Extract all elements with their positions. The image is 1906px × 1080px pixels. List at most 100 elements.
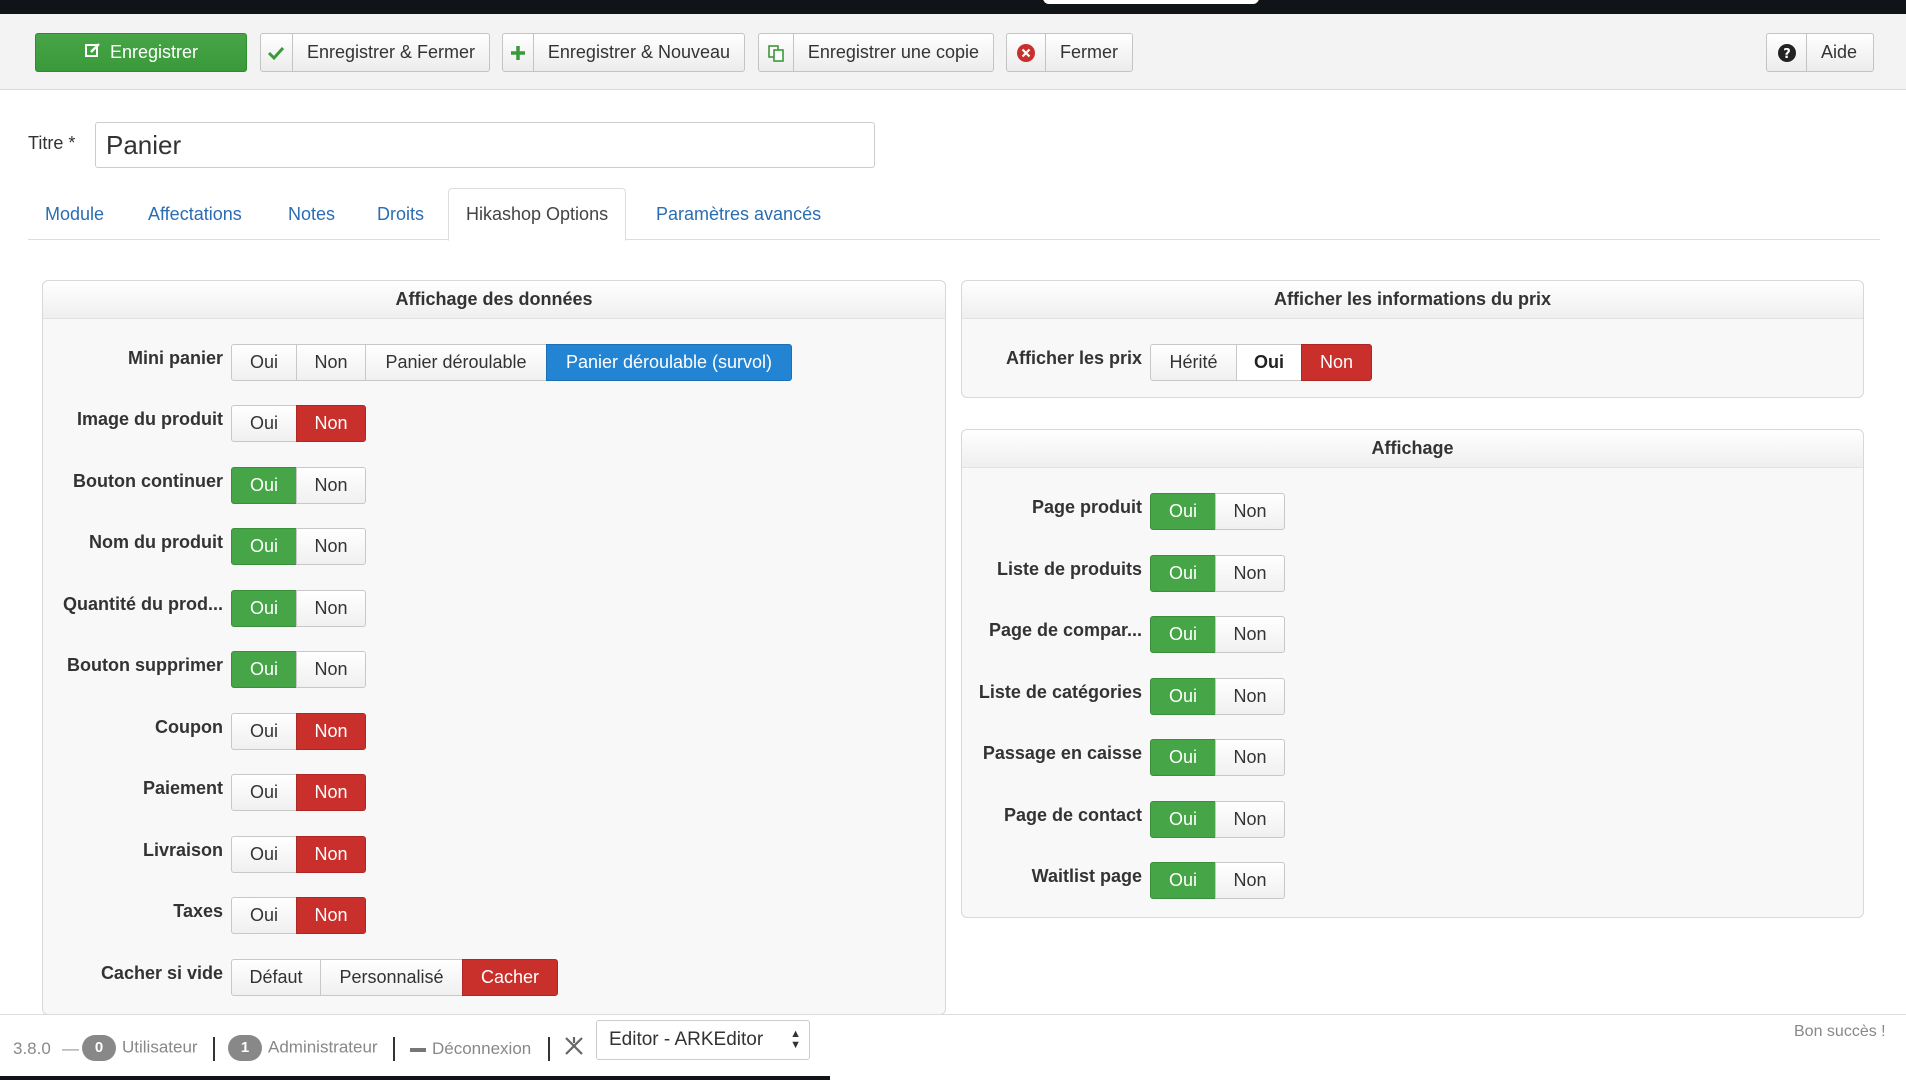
- image-du-produit-label: Image du produit: [77, 409, 223, 429]
- taxes-option-oui[interactable]: Oui: [231, 897, 297, 934]
- livraison-option-non[interactable]: Non: [296, 835, 366, 873]
- save-new-button[interactable]: Enregistrer & Nouveau: [502, 33, 745, 72]
- save-close-button[interactable]: Enregistrer & Fermer: [260, 33, 490, 72]
- taxes-label: Taxes: [173, 901, 223, 921]
- bouton-supprimer-option-non[interactable]: Non: [296, 651, 366, 688]
- top-search-pill[interactable]: [1043, 0, 1259, 4]
- image-du-produit-option-non[interactable]: Non: [296, 405, 366, 442]
- save-button[interactable]: Enregistrer: [35, 33, 247, 72]
- hide-empty-options: Défaut Personnalisé Cacher: [231, 959, 558, 996]
- admin-top-bar: [0, 0, 1906, 14]
- page-produit-options: Oui Non: [1150, 493, 1285, 530]
- bouton-continuer-option-oui[interactable]: Oui: [231, 466, 297, 504]
- toolbar: Enregistrer Enregistrer & Fermer Enregis…: [0, 14, 1906, 90]
- show-price-label: Afficher les prix: [1005, 348, 1142, 368]
- page-de-contact-label: Page de contact: [1003, 804, 1142, 825]
- quantite-du-prod-option-non[interactable]: Non: [296, 589, 366, 627]
- mini-cart-option-panier-deroulable[interactable]: Panier déroulable: [365, 344, 547, 381]
- title-label: Titre *: [28, 133, 76, 153]
- status-bar: 3.8.0 — 0 Utilisateur 1 Administrateur Déc…: [0, 1014, 1906, 1080]
- show-price-option-herite[interactable]: Hérité: [1150, 344, 1237, 381]
- paiement-option-non[interactable]: Non: [296, 774, 366, 811]
- save-close-label: Enregistrer & Fermer: [306, 42, 475, 62]
- page-de-contact-option-oui[interactable]: Oui: [1150, 800, 1216, 838]
- show-price-option-oui[interactable]: Oui: [1236, 344, 1302, 381]
- image-du-produit-option-oui[interactable]: Oui: [231, 405, 297, 442]
- hide-empty-option-defaut[interactable]: Défaut: [231, 959, 321, 996]
- admins-count-badge: 1: [228, 1035, 262, 1061]
- page-de-contact-option-non[interactable]: Non: [1215, 800, 1285, 838]
- tab-parametres-avances[interactable]: Paramètres avancés: [639, 188, 838, 240]
- save-label: Enregistrer: [109, 42, 199, 62]
- livraison-option-oui[interactable]: Oui: [231, 835, 297, 873]
- passage-en-caisse-row: Passage en caisse Oui Non: [962, 739, 1863, 779]
- mini-cart-option-oui[interactable]: Oui: [231, 344, 297, 381]
- tab-notes[interactable]: Notes: [271, 188, 352, 240]
- show-price-option-non[interactable]: Non: [1301, 344, 1372, 381]
- liste-de-produits-option-non[interactable]: Non: [1215, 554, 1285, 592]
- passage-en-caisse-option-oui[interactable]: Oui: [1150, 739, 1216, 776]
- bouton-supprimer-label: Bouton supprimer: [67, 655, 223, 675]
- page-de-compar-options: Oui Non: [1150, 616, 1285, 653]
- taxes-option-non[interactable]: Non: [296, 897, 366, 934]
- passage-en-caisse-label: Passage en caisse: [982, 743, 1142, 763]
- logout-link[interactable]: Déconnexion: [410, 1039, 531, 1059]
- mini-cart-row: Mini panier Oui Non Panier déroulable Pa…: [43, 344, 945, 384]
- hide-empty-option-cacher[interactable]: Cacher: [462, 959, 558, 996]
- nom-du-produit-option-non[interactable]: Non: [296, 528, 366, 565]
- quantite-du-prod-options: Oui Non: [231, 589, 366, 627]
- title-input[interactable]: [95, 122, 875, 168]
- close-button[interactable]: Fermer: [1006, 33, 1133, 72]
- liste-de-categories-row: Liste de catégories Oui Non: [962, 677, 1863, 718]
- waitlist-page-option-non[interactable]: Non: [1215, 862, 1285, 899]
- liste-de-categories-option-non[interactable]: Non: [1215, 677, 1285, 715]
- nom-du-produit-option-oui[interactable]: Oui: [231, 528, 297, 565]
- page-de-compar-option-non[interactable]: Non: [1215, 616, 1285, 653]
- help-button[interactable]: ? Aide: [1766, 33, 1874, 72]
- mini-cart-option-panier-deroulable-survol[interactable]: Panier déroulable (survol): [546, 344, 792, 381]
- quantite-du-prod-row: Quantité du prod... Oui Non: [43, 589, 945, 630]
- tab-bar: Module Affectations Notes Droits Hikasho…: [28, 188, 1880, 241]
- hide-empty-row: Cacher si vide Défaut Personnalisé Cache…: [43, 959, 945, 999]
- tab-hikashop-options[interactable]: Hikashop Options: [448, 188, 627, 241]
- help-label: Aide: [1821, 42, 1858, 62]
- waitlist-page-option-oui[interactable]: Oui: [1150, 862, 1216, 899]
- livraison-options: Oui Non: [231, 835, 366, 873]
- page-de-compar-option-oui[interactable]: Oui: [1150, 616, 1216, 653]
- hide-empty-label: Cacher si vide: [100, 963, 223, 983]
- liste-de-produits-option-oui[interactable]: Oui: [1150, 554, 1216, 592]
- page-produit-option-non[interactable]: Non: [1215, 493, 1285, 530]
- hide-empty-option-personnalise[interactable]: Personnalisé: [320, 959, 463, 996]
- logout-label: Déconnexion: [432, 1039, 532, 1058]
- quantite-du-prod-option-oui[interactable]: Oui: [231, 589, 297, 627]
- page-de-compar-row: Page de compar... Oui Non: [962, 616, 1863, 656]
- mini-cart-label: Mini panier: [127, 348, 223, 368]
- coupon-option-oui[interactable]: Oui: [231, 712, 297, 750]
- page-produit-option-oui[interactable]: Oui: [1150, 493, 1216, 530]
- admins-online[interactable]: 1 Administrateur: [228, 1035, 378, 1061]
- separator: [393, 1037, 395, 1061]
- save-copy-button[interactable]: Enregistrer une copie: [758, 33, 994, 72]
- tab-droits[interactable]: Droits: [360, 188, 441, 240]
- editor-select[interactable]: Editor - ARKEditor ▲ ▼: [596, 1020, 810, 1060]
- paiement-option-oui[interactable]: Oui: [231, 774, 297, 811]
- taxes-options: Oui Non: [231, 897, 366, 934]
- coupon-option-non[interactable]: Non: [296, 712, 366, 750]
- separator: [213, 1037, 215, 1061]
- copy-icon: [759, 34, 794, 71]
- tab-affectations[interactable]: Affectations: [131, 188, 259, 240]
- tab-module[interactable]: Module: [28, 188, 121, 240]
- liste-de-categories-option-oui[interactable]: Oui: [1150, 677, 1216, 715]
- passage-en-caisse-option-non[interactable]: Non: [1215, 739, 1285, 776]
- bottom-strip: [0, 1076, 830, 1080]
- liste-de-produits-label: Liste de produits: [996, 558, 1142, 579]
- bouton-supprimer-option-oui[interactable]: Oui: [231, 651, 297, 688]
- users-label: Utilisateur: [122, 1037, 198, 1057]
- joomla-x-icon: [563, 1035, 585, 1062]
- mini-cart-option-non[interactable]: Non: [296, 344, 366, 381]
- save-new-label: Enregistrer & Nouveau: [547, 42, 730, 62]
- admins-label: Administrateur: [268, 1037, 378, 1057]
- passage-en-caisse-options: Oui Non: [1150, 739, 1285, 776]
- bouton-continuer-option-non[interactable]: Non: [296, 466, 366, 504]
- users-online[interactable]: 0 Utilisateur: [82, 1035, 198, 1061]
